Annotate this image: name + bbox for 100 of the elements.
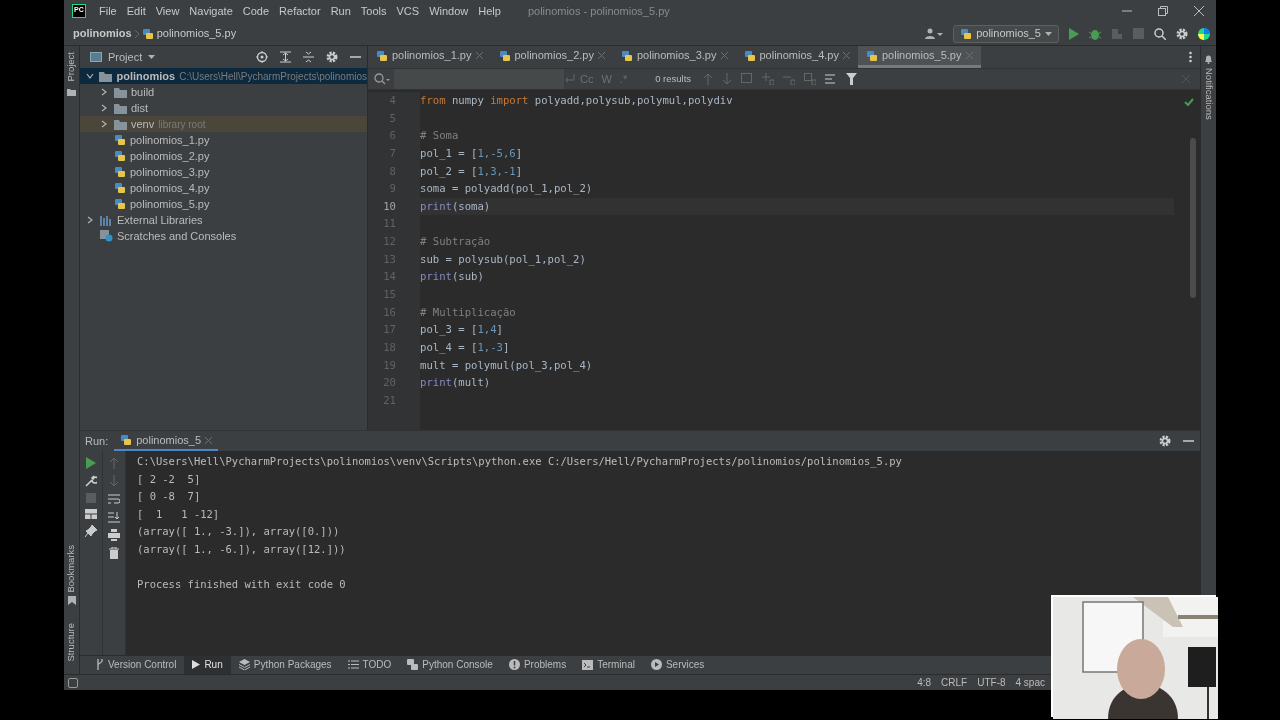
sort-lines-icon[interactable]	[825, 73, 838, 85]
code-line: # Soma	[420, 128, 460, 144]
scrollbar[interactable]	[1190, 138, 1196, 298]
tree-item[interactable]: build	[80, 84, 367, 100]
tool-window-button[interactable]: Services	[642, 655, 713, 674]
tool-window-button[interactable]: Python Packages	[230, 655, 340, 674]
side-tab[interactable]: Notifications	[1201, 68, 1216, 120]
close-icon[interactable]	[1194, 6, 1204, 16]
menu-item[interactable]: Run	[325, 2, 356, 20]
tree-item[interactable]: polinomios_2.py	[80, 148, 367, 164]
tool-window-button[interactable]: Run	[184, 655, 231, 674]
tree-item[interactable]: polinomios_4.py	[80, 180, 367, 196]
colorful-circle-icon[interactable]	[1198, 27, 1210, 40]
list-icon	[347, 660, 359, 669]
settings-icon[interactable]	[1176, 27, 1188, 40]
item-label: build	[131, 84, 155, 100]
tree-item[interactable]: dist	[80, 100, 367, 116]
tree-item[interactable]: polinomios C:\Users\Hell\PycharmProjects\polinomios	[80, 68, 367, 84]
menu-item[interactable]: Window	[424, 2, 474, 20]
editor-tab[interactable]: polinomios_4.py	[735, 46, 858, 68]
trash-icon[interactable]	[109, 547, 119, 559]
caret-icon[interactable]	[148, 55, 156, 59]
settings-icon[interactable]	[1159, 435, 1171, 447]
status-item[interactable]: 4:8	[912, 675, 937, 690]
tool-window-button[interactable]: Terminal	[574, 655, 643, 674]
menu-item[interactable]: Edit	[121, 2, 151, 20]
tool-window-button[interactable]: Version Control	[88, 655, 185, 674]
side-tab[interactable]: Structure	[64, 623, 79, 662]
bell-icon[interactable]	[1204, 54, 1213, 64]
layout-icon[interactable]	[85, 509, 97, 519]
menu-item[interactable]: Tools	[355, 2, 392, 20]
scroll-to-end-icon[interactable]	[108, 511, 120, 523]
tool-window-button[interactable]: Problems	[500, 655, 575, 674]
run-configuration-dropdown[interactable]: polinomios_5	[953, 24, 1059, 43]
settings-icon[interactable]	[326, 51, 338, 63]
folder-icon	[99, 70, 113, 82]
terminal-icon	[582, 659, 594, 670]
status-item[interactable]: UTF-8	[972, 675, 1011, 690]
up-arrow-icon[interactable]	[109, 457, 119, 469]
down-arrow-icon[interactable]	[722, 73, 733, 85]
tree-item[interactable]: Scratches and Consoles	[80, 228, 367, 244]
search-icon[interactable]	[1154, 27, 1166, 40]
print-icon[interactable]	[108, 529, 120, 541]
side-tab[interactable]: Project	[64, 52, 79, 82]
wrench-icon[interactable]	[85, 475, 97, 487]
console-line: C:\Users\Hell\PycharmProjects\polinomios\venv\Scripts\python.exe C:/Users/Hell/PycharmProjects/polinomios/polinomios_5.py	[137, 454, 903, 470]
path-hint: C:\Users\Hell\PycharmProjects\polinomios	[179, 69, 367, 84]
tree-item[interactable]: polinomios_1.py	[80, 132, 367, 148]
tool-window-button[interactable]: Python Console	[399, 655, 501, 674]
breadcrumb-item[interactable]: polinomios	[73, 25, 132, 42]
exclude-selection-icon[interactable]	[804, 73, 817, 85]
panel-title[interactable]: Project	[108, 48, 143, 66]
tree-item[interactable]: External Libraries	[80, 212, 367, 228]
up-arrow-icon[interactable]	[703, 73, 714, 85]
status-item[interactable]: 4 spac	[1010, 675, 1050, 690]
console-line: [ 0 -8 7]	[137, 489, 202, 504]
search-field[interactable]	[394, 69, 564, 89]
target-icon[interactable]	[256, 51, 268, 63]
pin-icon[interactable]	[85, 525, 97, 537]
editor-tab[interactable]: polinomios_5.py	[858, 46, 981, 68]
menu-item[interactable]: Refactor	[274, 2, 326, 20]
filter-icon[interactable]	[846, 73, 858, 85]
run-icon[interactable]	[1069, 27, 1079, 40]
folder-icon	[114, 102, 127, 114]
menu-item[interactable]: Help	[473, 2, 506, 20]
side-tab[interactable]: Bookmarks	[64, 544, 79, 593]
branch-icon	[96, 659, 104, 670]
code-line: sub = polysub(pol_1,pol_2)	[420, 251, 587, 268]
menu-item[interactable]: View	[150, 2, 185, 20]
status-item[interactable]: CRLF	[936, 675, 973, 690]
editor-tab[interactable]: polinomios_2.py	[490, 46, 613, 68]
soft-wrap-icon[interactable]	[108, 493, 120, 505]
breadcrumb-item[interactable]: polinomios_5.py	[156, 25, 237, 42]
down-arrow-icon[interactable]	[109, 475, 119, 487]
layout-toggle-icon[interactable]	[68, 677, 78, 688]
tree-item[interactable]: venv library root	[80, 116, 367, 132]
newline-icon[interactable]	[564, 73, 576, 85]
bug-icon[interactable]	[1089, 27, 1101, 40]
tree-item[interactable]: polinomios_5.py	[80, 196, 367, 212]
menu-item[interactable]: Code	[237, 2, 275, 20]
code-line: pol_4 = [1,-3]	[420, 339, 511, 356]
bookmark-icon	[67, 596, 76, 606]
menu-item[interactable]: VCS	[391, 2, 425, 20]
editor-tab[interactable]: polinomios_3.py	[613, 46, 736, 68]
expand-all-icon[interactable]	[280, 51, 291, 63]
tree-item[interactable]: polinomios_3.py	[80, 164, 367, 180]
tool-window-button[interactable]: TODO	[339, 655, 400, 674]
more-icon[interactable]	[1189, 51, 1192, 63]
python-icon	[960, 27, 973, 40]
user-icon[interactable]	[925, 27, 944, 40]
code-line: # Subtração	[420, 234, 492, 250]
menu-item[interactable]: Navigate	[184, 2, 238, 20]
search-icon[interactable]	[374, 73, 390, 85]
restore-icon[interactable]	[1158, 6, 1168, 16]
select-all-icon[interactable]	[741, 73, 754, 85]
editor-tab[interactable]: polinomios_1.py	[368, 46, 491, 68]
menu-item[interactable]: File	[94, 2, 122, 20]
collapse-all-icon[interactable]	[303, 51, 314, 63]
item-label: polinomios_1.py	[130, 132, 210, 148]
run-icon[interactable]	[86, 457, 96, 469]
